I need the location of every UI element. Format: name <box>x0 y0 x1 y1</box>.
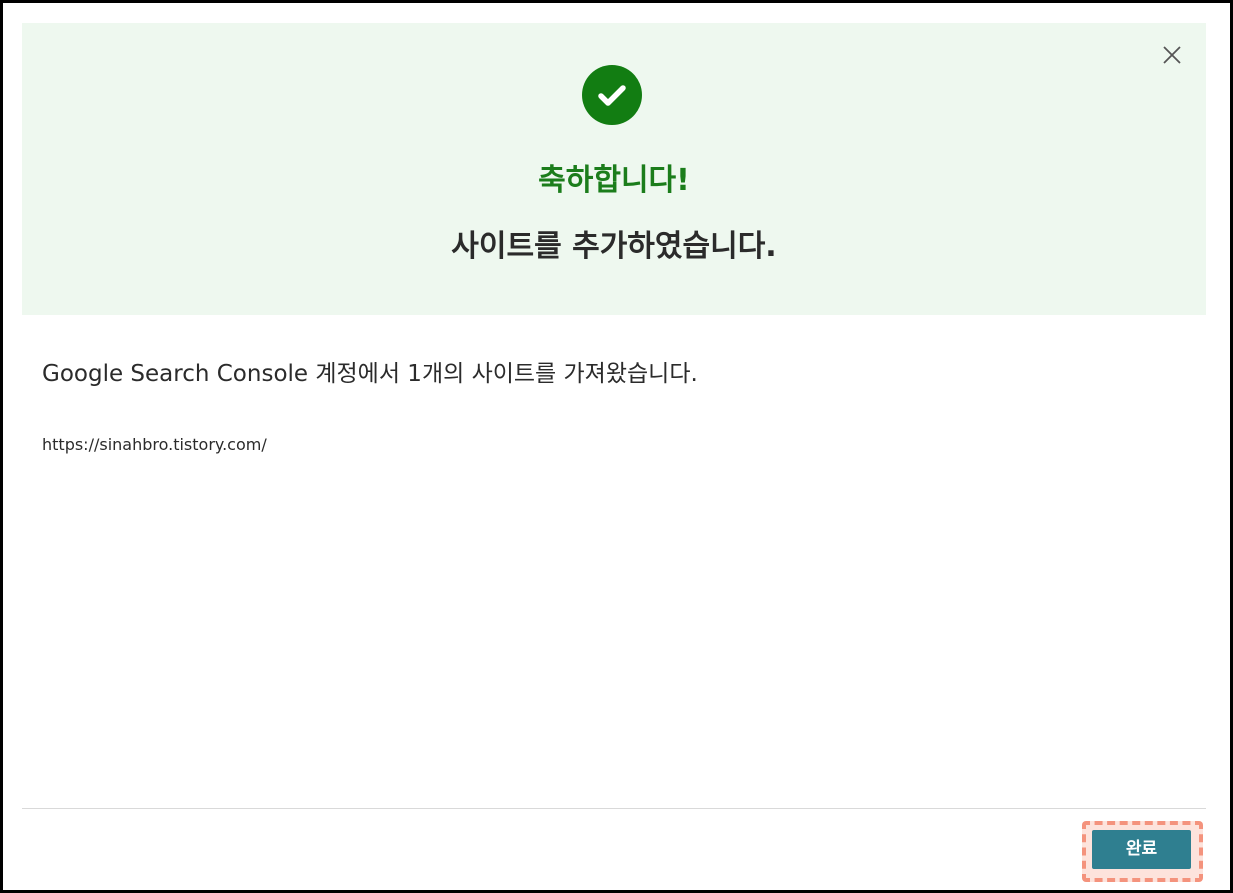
close-button[interactable] <box>1160 43 1184 67</box>
congrats-title: 축하합니다! <box>538 163 690 198</box>
close-icon <box>1163 46 1181 64</box>
footer-divider <box>22 808 1206 809</box>
dialog-window: 축하합니다! 사이트를 추가하였습니다. Google Search Conso… <box>0 0 1233 893</box>
site-added-heading: 사이트를 추가하였습니다. <box>451 229 777 264</box>
import-message: Google Search Console 계정에서 1개의 사이트를 가져왔습… <box>42 361 698 387</box>
success-banner: 축하합니다! 사이트를 추가하였습니다. <box>22 23 1206 315</box>
check-circle-icon <box>582 65 642 125</box>
imported-site-url: https://sinahbro.tistory.com/ <box>42 435 267 454</box>
done-button[interactable]: 완료 <box>1092 830 1191 869</box>
